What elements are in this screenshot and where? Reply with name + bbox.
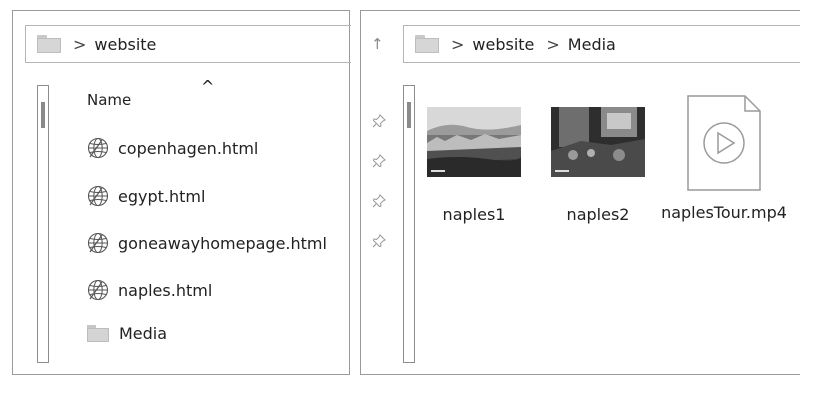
- scrollbar-thumb[interactable]: [407, 102, 411, 128]
- folder-icon: [87, 325, 109, 342]
- sort-ascending-icon: ^: [201, 77, 215, 96]
- pin-icon[interactable]: [371, 233, 387, 249]
- file-name: naples.html: [118, 280, 213, 300]
- media-item-label: naplesTour.mp4: [661, 203, 787, 222]
- right-explorer-pane: ↑ > website > Media naples1 naples2 napl…: [360, 10, 800, 375]
- breadcrumb-website[interactable]: website: [94, 35, 156, 54]
- file-name: egypt.html: [118, 186, 206, 206]
- html-file-icon: [87, 137, 109, 159]
- address-bar[interactable]: > website: [25, 25, 351, 63]
- file-name: copenhagen.html: [118, 138, 259, 158]
- breadcrumb-separator: >: [546, 34, 560, 54]
- image-thumbnail: [551, 107, 645, 177]
- vertical-scrollbar[interactable]: [403, 85, 415, 363]
- breadcrumb-separator: >: [73, 34, 87, 54]
- html-file-icon: [87, 185, 109, 207]
- up-arrow-icon[interactable]: ↑: [371, 35, 384, 53]
- media-item[interactable]: naples2: [551, 107, 645, 224]
- file-row[interactable]: naples.html: [87, 279, 212, 301]
- pin-icon[interactable]: [371, 113, 387, 129]
- file-row[interactable]: goneawayhomepage.html: [87, 232, 327, 254]
- left-explorer-pane: > website Name ^ copenhagen.html egypt.h…: [12, 10, 351, 375]
- address-bar[interactable]: > website > Media: [403, 25, 800, 63]
- folder-icon: [37, 35, 61, 53]
- media-item[interactable]: naples1: [427, 107, 521, 224]
- breadcrumb-media[interactable]: Media: [568, 35, 616, 54]
- breadcrumb-separator: >: [451, 34, 465, 54]
- video-file-icon: [687, 95, 761, 191]
- breadcrumb-website[interactable]: website: [472, 35, 534, 54]
- file-row[interactable]: copenhagen.html: [87, 137, 258, 159]
- media-item-label: naples1: [442, 205, 506, 224]
- folder-name: Media: [119, 324, 168, 343]
- folder-row[interactable]: Media: [87, 324, 167, 343]
- file-name: goneawayhomepage.html: [118, 233, 327, 253]
- folder-icon: [415, 35, 439, 53]
- file-row[interactable]: egypt.html: [87, 185, 205, 207]
- media-item[interactable]: naplesTour.mp4: [659, 95, 789, 222]
- image-thumbnail: [427, 107, 521, 177]
- column-header-name[interactable]: Name: [87, 91, 131, 109]
- media-item-label: naples2: [566, 205, 630, 224]
- pin-icon[interactable]: [371, 153, 387, 169]
- scrollbar-thumb[interactable]: [41, 102, 45, 128]
- pin-icon[interactable]: [371, 193, 387, 209]
- html-file-icon: [87, 232, 109, 254]
- vertical-scrollbar[interactable]: [37, 85, 49, 363]
- html-file-icon: [87, 279, 109, 301]
